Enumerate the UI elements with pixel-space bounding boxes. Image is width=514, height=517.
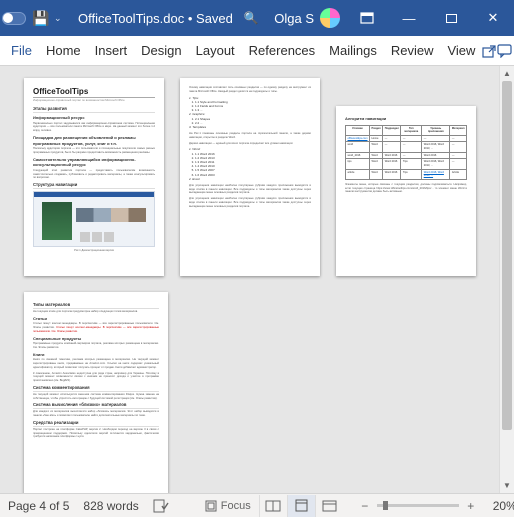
- print-layout-button[interactable]: [287, 495, 315, 517]
- document-canvas: OfficeToolTips Информационно-справочный …: [0, 66, 514, 493]
- web-layout-icon: [322, 500, 337, 512]
- tab-file[interactable]: File: [4, 36, 39, 66]
- scroll-thumb[interactable]: [502, 81, 512, 430]
- tab-references[interactable]: References: [242, 36, 322, 66]
- p3-title: Алгоритм навигации: [345, 116, 467, 122]
- p1-subtitle: Информационно-справочный портал по возмо…: [33, 99, 155, 103]
- avatar-icon: [320, 8, 340, 28]
- zoom-slider[interactable]: [377, 504, 459, 507]
- ribbon-tabs: File Home Insert Design Layout Reference…: [0, 36, 514, 66]
- print-layout-icon: [295, 499, 308, 512]
- page-thumbnail-1[interactable]: OfficeToolTips Информационно-справочный …: [24, 78, 164, 276]
- comments-icon: [497, 44, 512, 58]
- page-thumbnail-4[interactable]: Типы материалов На текущем этапе для пор…: [24, 292, 168, 493]
- ribbon-options-button[interactable]: [346, 0, 388, 36]
- maximize-icon: [446, 14, 457, 23]
- share-button[interactable]: [482, 44, 497, 58]
- zoom-out-button[interactable]: −: [357, 499, 373, 513]
- account-button[interactable]: Olga S: [268, 8, 346, 28]
- zoom-control: − +: [357, 499, 479, 513]
- zoom-in-button[interactable]: +: [463, 499, 479, 513]
- tab-layout[interactable]: Layout: [189, 36, 242, 66]
- spellcheck-icon: [153, 499, 169, 513]
- p4-h1: Типы материалов: [33, 302, 159, 309]
- minimize-button[interactable]: —: [388, 0, 430, 36]
- minimize-icon: —: [403, 11, 416, 26]
- save-icon[interactable]: 💾: [28, 10, 54, 27]
- zoom-level[interactable]: 20%: [493, 499, 514, 513]
- page-indicator[interactable]: Page 4 of 5: [8, 499, 69, 513]
- page-thumbnails-area[interactable]: OfficeToolTips Информационно-справочный …: [0, 66, 514, 493]
- close-button[interactable]: ✕: [472, 0, 514, 36]
- p1-sec5: Структура навигации: [33, 182, 155, 189]
- scroll-track[interactable]: [500, 81, 514, 478]
- titlebar: 💾 ⌄ OfficeToolTips.doc • Saved ▾ 🔍 Olga …: [0, 0, 514, 36]
- comments-button[interactable]: [497, 44, 512, 58]
- spellcheck-button[interactable]: [153, 499, 169, 513]
- p3-nav-table: УсловиеРаздел ПодразделТип материала Уро…: [345, 125, 467, 180]
- word-count[interactable]: 828 words: [83, 499, 138, 513]
- user-name-label: Olga S: [274, 11, 314, 26]
- p1-title: OfficeToolTips: [33, 86, 155, 98]
- read-mode-icon: [265, 500, 281, 512]
- p1-screenshot-figure: [33, 191, 155, 247]
- search-icon: 🔍: [244, 11, 259, 25]
- tab-view[interactable]: View: [440, 36, 482, 66]
- p1-sec4: Самостоятельно управляющийся информацион…: [33, 157, 155, 168]
- document-title: OfficeToolTips.doc • Saved ▾: [70, 11, 234, 26]
- focus-mode-button[interactable]: Focus: [197, 495, 259, 517]
- p1-sec1: Этапы развития: [33, 106, 155, 113]
- autosave-toggle[interactable]: [0, 12, 28, 25]
- tab-design[interactable]: Design: [134, 36, 188, 66]
- view-buttons: Focus: [197, 495, 343, 517]
- page-thumbnail-2[interactable]: Основу навигации составляет пять основны…: [180, 78, 320, 276]
- web-layout-button[interactable]: [315, 495, 343, 517]
- save-state-label: Saved: [196, 11, 233, 26]
- share-icon: [482, 44, 497, 58]
- p1-sec2: Информационный ресурс: [33, 115, 155, 121]
- focus-icon: [205, 500, 217, 512]
- tab-home[interactable]: Home: [39, 36, 88, 66]
- tab-mailings[interactable]: Mailings: [322, 36, 384, 66]
- search-button[interactable]: 🔍: [234, 0, 268, 36]
- tab-insert[interactable]: Insert: [88, 36, 135, 66]
- p1-sec3: Площадка для размещения объявлений и рек…: [33, 135, 155, 146]
- vertical-scrollbar[interactable]: ▲ ▼: [499, 66, 514, 493]
- statusbar: Page 4 of 5 828 words Focus − + 20%: [0, 493, 514, 517]
- scroll-down-button[interactable]: ▼: [500, 478, 514, 493]
- tab-review[interactable]: Review: [384, 36, 441, 66]
- read-mode-button[interactable]: [259, 495, 287, 517]
- page-thumbnail-3[interactable]: Алгоритм навигации УсловиеРаздел Подразд…: [336, 106, 476, 276]
- close-icon: ✕: [488, 10, 499, 26]
- ribbon-icon: [360, 12, 374, 24]
- maximize-button[interactable]: [430, 0, 472, 36]
- scroll-up-button[interactable]: ▲: [500, 66, 514, 81]
- qat-dropdown-icon[interactable]: ⌄: [54, 13, 70, 24]
- filename-label: OfficeToolTips.doc: [78, 11, 184, 26]
